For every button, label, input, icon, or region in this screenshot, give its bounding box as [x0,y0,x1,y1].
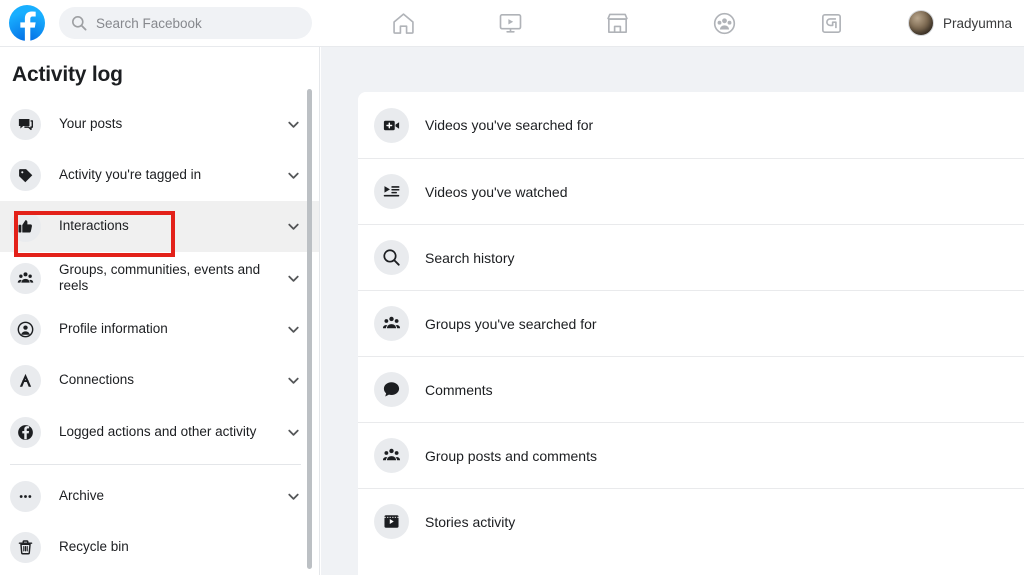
sidebar-item-label: Recycle bin [59,539,301,556]
search-icon [71,15,87,31]
list-item-label: Search history [425,250,514,266]
sidebar-item-activity-tagged-in[interactable]: Activity you're tagged in [0,150,319,201]
people-group-icon [10,263,41,294]
sidebar-item-label: Your posts [59,116,286,133]
chevron-down-icon[interactable] [286,271,301,286]
page-title: Activity log [0,47,319,87]
list-item-videos-watched[interactable]: Videos you've watched [358,158,1024,224]
gaming-icon [819,11,844,36]
interactions-list-card: Videos you've searched for Videos you've… [358,92,1024,575]
main-content-area: Videos you've searched for Videos you've… [321,47,1024,575]
list-item-group-posts-and-comments[interactable]: Group posts and comments [358,422,1024,488]
nav-home-button[interactable] [350,1,457,46]
video-camera-icon [374,108,409,143]
sidebar-item-label: Logged actions and other activity [59,424,286,441]
list-item-label: Stories activity [425,514,515,530]
chevron-down-icon[interactable] [286,219,301,234]
tag-icon [10,160,41,191]
home-icon [391,11,416,36]
search-input[interactable]: Search Facebook [59,7,312,39]
sidebar-item-label: Archive [59,488,286,505]
profile-menu-button[interactable]: Pradyumna [908,10,1012,36]
nav-marketplace-button[interactable] [564,1,671,46]
chevron-down-icon[interactable] [286,322,301,337]
ellipsis-icon [10,481,41,512]
list-item-comments[interactable]: Comments [358,356,1024,422]
speech-bubble-icon [10,109,41,140]
activity-log-sidebar: Activity log Your posts [0,47,320,575]
sidebar-item-label: Connections [59,372,286,389]
list-item-label: Videos you've searched for [425,117,593,133]
sidebar-item-connections[interactable]: Connections [0,355,319,406]
facebook-circle-icon [10,417,41,448]
connections-icon [10,365,41,396]
groups-icon [712,11,737,36]
people-group-icon [374,438,409,473]
avatar [908,10,934,36]
facebook-activity-log-page: Search Facebook [0,0,1024,575]
sidebar-item-archive[interactable]: Archive [0,471,319,522]
sidebar-item-recycle-bin[interactable]: Recycle bin [0,522,319,573]
chevron-down-icon[interactable] [286,425,301,440]
list-item-label: Comments [425,382,493,398]
video-watch-icon [498,11,523,36]
stories-play-icon [374,504,409,539]
list-item-stories-activity[interactable]: Stories activity [358,488,1024,554]
header-left-section: Search Facebook [0,5,312,41]
video-playlist-icon [374,174,409,209]
list-item-label: Videos you've watched [425,184,568,200]
profile-circle-icon [10,314,41,345]
sidebar-item-logged-actions[interactable]: Logged actions and other activity [0,406,319,458]
chevron-down-icon[interactable] [286,489,301,504]
chevron-down-icon[interactable] [286,168,301,183]
list-item-groups-searched-for[interactable]: Groups you've searched for [358,290,1024,356]
sidebar-item-profile-information[interactable]: Profile information [0,304,319,355]
sidebar-menu-list: Your posts Activity you're tagged in [0,99,319,573]
marketplace-shop-icon [605,11,630,36]
trash-icon [10,532,41,563]
list-item-search-history[interactable]: Search history [358,224,1024,290]
chevron-down-icon[interactable] [286,117,301,132]
list-item-videos-searched-for[interactable]: Videos you've searched for [358,92,1024,158]
top-navigation-bar: Search Facebook [0,0,1024,47]
nav-groups-button[interactable] [671,1,778,46]
header-nav-icons [350,1,885,46]
nav-video-button[interactable] [457,1,564,46]
sidebar-scrollbar[interactable] [307,89,312,569]
sidebar-item-groups-communities-events-reels[interactable]: Groups, communities, events and reels [0,252,319,304]
sidebar-item-interactions[interactable]: Interactions [0,201,319,252]
thumbs-up-icon [10,211,41,242]
search-icon [374,240,409,275]
facebook-logo-icon[interactable] [9,5,45,41]
profile-name: Pradyumna [943,16,1012,31]
list-item-label: Groups you've searched for [425,316,597,332]
comment-bubble-icon [374,372,409,407]
people-group-icon [374,306,409,341]
sidebar-item-your-posts[interactable]: Your posts [0,99,319,150]
sidebar-item-label: Activity you're tagged in [59,167,286,184]
sidebar-item-label: Profile information [59,321,286,338]
sidebar-item-label: Interactions [59,218,286,235]
search-placeholder-text: Search Facebook [96,16,202,31]
nav-gaming-button[interactable] [778,1,885,46]
list-item-label: Group posts and comments [425,448,597,464]
sidebar-item-label: Groups, communities, events and reels [59,262,286,295]
sidebar-divider [10,464,301,465]
chevron-down-icon[interactable] [286,373,301,388]
